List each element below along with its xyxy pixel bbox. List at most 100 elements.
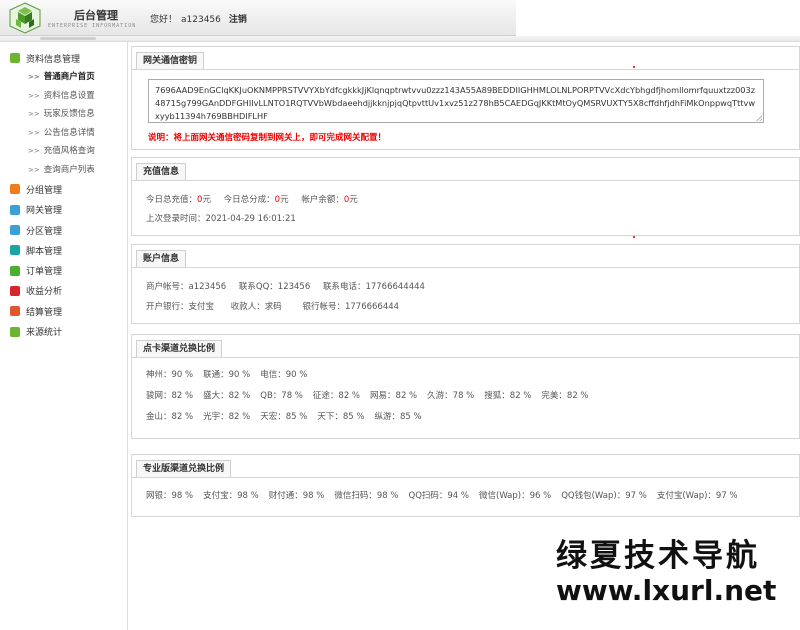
- rate-label: 征途：: [312, 391, 339, 401]
- window-icon: [10, 204, 20, 215]
- rate-item: 天宏：85 %: [260, 412, 307, 422]
- double-arrow-icon: >>: [28, 147, 40, 156]
- rate-value: 82 %: [338, 391, 361, 401]
- rate-value: 78 %: [452, 391, 475, 401]
- sidebar-scroll-thumb[interactable]: [40, 37, 96, 40]
- rate-label: 网易：: [370, 391, 396, 401]
- logout-link[interactable]: 注销: [229, 15, 247, 25]
- sidebar-group-6[interactable]: 收益分析: [0, 281, 128, 301]
- gear-icon: [10, 326, 20, 337]
- grid-icon: [10, 245, 20, 256]
- sidebar-group-label: 网关管理: [26, 206, 63, 217]
- rate-label: 财付通：: [268, 491, 303, 501]
- sidebar-group-label: 收益分析: [26, 287, 63, 298]
- rate-label: 完美：: [541, 391, 567, 401]
- rate-item: 支付宝(Wap)：97 %: [657, 491, 738, 501]
- sidebar-subitem-label: 查询商户列表: [43, 164, 95, 175]
- rate-item: 支付宝：98 %: [203, 491, 259, 501]
- rate-value: 96 %: [529, 491, 552, 501]
- content-scrollbar[interactable]: [128, 36, 800, 42]
- rate-label: 微信扫码：: [334, 491, 377, 501]
- decorative-dot: [633, 236, 635, 238]
- rate-label: 微信(Wap)：: [479, 491, 530, 501]
- rate-item: QQ扫码：94 %: [409, 491, 470, 501]
- sidebar-menu: 资料信息管理 >> 普通商户首页 >> 资料信息设置 >> 玩家反馈信息 >> 公告信息详情 >>…: [0, 48, 128, 342]
- sidebar-group-5[interactable]: 订单管理: [0, 260, 128, 280]
- sidebar-group-3[interactable]: 分区管理: [0, 220, 128, 240]
- double-arrow-icon: >>: [28, 128, 40, 137]
- panel-divider: [132, 267, 799, 268]
- recharge-title: 充值信息: [136, 163, 187, 181]
- rate-label: 光宇：: [203, 412, 229, 422]
- power-icon: [10, 53, 20, 64]
- rate-value: 82 %: [228, 412, 251, 422]
- sidebar-scrollbar[interactable]: [0, 36, 128, 42]
- sidebar-group-1[interactable]: 分组管理: [0, 179, 128, 199]
- panel-divider: [132, 357, 799, 358]
- rate-value: 90 %: [285, 370, 308, 380]
- sidebar-group-label: 分区管理: [26, 226, 63, 237]
- phone-label: 联系电话：: [322, 282, 366, 292]
- sidebar-subitem-0[interactable]: >> 普通商户首页: [0, 68, 128, 87]
- rate-label: 网银：: [146, 491, 172, 501]
- sidebar-group-0[interactable]: 资料信息管理: [0, 48, 128, 68]
- card-rate-row: 金山：82 % 光宇：82 % 天宏：85 % 天下：85 % 纵游：85 %: [146, 410, 432, 422]
- rate-label: 纵游：: [374, 412, 401, 422]
- rate-item: 天下：85 %: [317, 412, 364, 422]
- sidebar-subitem-4[interactable]: >> 充值风格查询: [0, 142, 128, 161]
- rate-item: 联通：90 %: [203, 370, 250, 380]
- sidebar: 资料信息管理 >> 普通商户首页 >> 资料信息设置 >> 玩家反馈信息 >> 公告信息详情 >>…: [0, 36, 128, 630]
- sidebar-group-8[interactable]: 来源统计: [0, 321, 128, 341]
- sidebar-group-label: 来源统计: [26, 328, 63, 339]
- rate-label: 搜狐：: [484, 391, 510, 401]
- sidebar-subitem-5[interactable]: >> 查询商户列表: [0, 161, 128, 180]
- rate-value: 85 %: [342, 412, 365, 422]
- rate-value: 82 %: [509, 391, 532, 401]
- gateway-secret-textarea[interactable]: 7696AAD9EnGClqKKJuOKNMPPRSTVVYXbYdfcgkkk…: [148, 79, 764, 123]
- sidebar-group-label: 订单管理: [26, 267, 63, 278]
- rate-value: 97 %: [625, 491, 647, 501]
- rate-label: 支付宝(Wap)：: [656, 491, 716, 501]
- app-subtitle: ENTERPRISE INFORMATION: [48, 23, 137, 29]
- sidebar-subitem-1[interactable]: >> 资料信息设置: [0, 87, 128, 106]
- gateway-secret-text: 7696AAD9EnGClqKKJuOKNMPPRSTVVYXbYdfcgkkk…: [155, 85, 756, 121]
- sidebar-subitem-label: 充值风格查询: [43, 146, 95, 157]
- card-rate-row: 神州：90 % 联通：90 % 电信：90 %: [146, 368, 317, 380]
- rate-item: 搜狐：82 %: [484, 391, 531, 401]
- last-login-row: 上次登录时间：2021-04-29 16:01:21: [146, 212, 296, 224]
- rate-value: 82 %: [395, 391, 418, 401]
- pro-rates-panel: 专业版渠道兑换比例 网银：98 % 支付宝：98 % 财付通：98 % 微信扫码：98…: [131, 454, 800, 517]
- card-rate-row: 骏网：82 % 盛大：82 % QB：78 % 征途：82 % 网易：82 % 久游：78…: [146, 389, 599, 401]
- last-login-value: 2021-04-29 16:01:21: [205, 214, 296, 224]
- sidebar-group-4[interactable]: 脚本管理: [0, 240, 128, 260]
- sidebar-subitem-2[interactable]: >> 玩家反馈信息: [0, 105, 128, 124]
- resize-handle-icon[interactable]: [756, 115, 762, 121]
- username: a123456: [181, 15, 221, 25]
- today-recharge-label: 今日总充值：: [146, 195, 198, 205]
- rate-value: 90 %: [171, 370, 194, 380]
- bank-account-label: 银行帐号：: [302, 302, 345, 312]
- rate-label: 骏网：: [146, 391, 172, 401]
- gateway-note: 说明：将上面网关通信密码复制到网关上，即可完成网关配置！: [148, 133, 387, 143]
- rate-label: 神州：: [146, 370, 172, 380]
- rate-item: 盛大：82 %: [203, 391, 250, 401]
- panel-divider: [132, 180, 799, 181]
- sidebar-subitem-3[interactable]: >> 公告信息详情: [0, 124, 128, 143]
- sidebar-group-7[interactable]: 结算管理: [0, 301, 128, 321]
- rate-value: 82 %: [171, 391, 194, 401]
- rate-item: 神州：90 %: [146, 370, 193, 380]
- sidebar-group-2[interactable]: 网关管理: [0, 200, 128, 220]
- rate-value: 90 %: [228, 370, 251, 380]
- header-blank-area: [516, 0, 800, 36]
- rate-value: 78 %: [281, 391, 303, 401]
- card-rates-title: 点卡渠道兑换比例: [136, 340, 223, 358]
- rate-label: 盛大：: [203, 391, 229, 401]
- box-icon: [10, 285, 20, 296]
- app-title: 后台管理: [74, 9, 118, 22]
- qq-label: 联系QQ：: [238, 282, 278, 292]
- rate-value: 98 %: [171, 491, 194, 501]
- rate-label: 金山：: [146, 412, 172, 422]
- rate-item: 网银：98 %: [146, 491, 193, 501]
- sidebar-subitem-label: 资料信息设置: [43, 90, 95, 101]
- rate-item: 微信(Wap)：96 %: [479, 491, 551, 501]
